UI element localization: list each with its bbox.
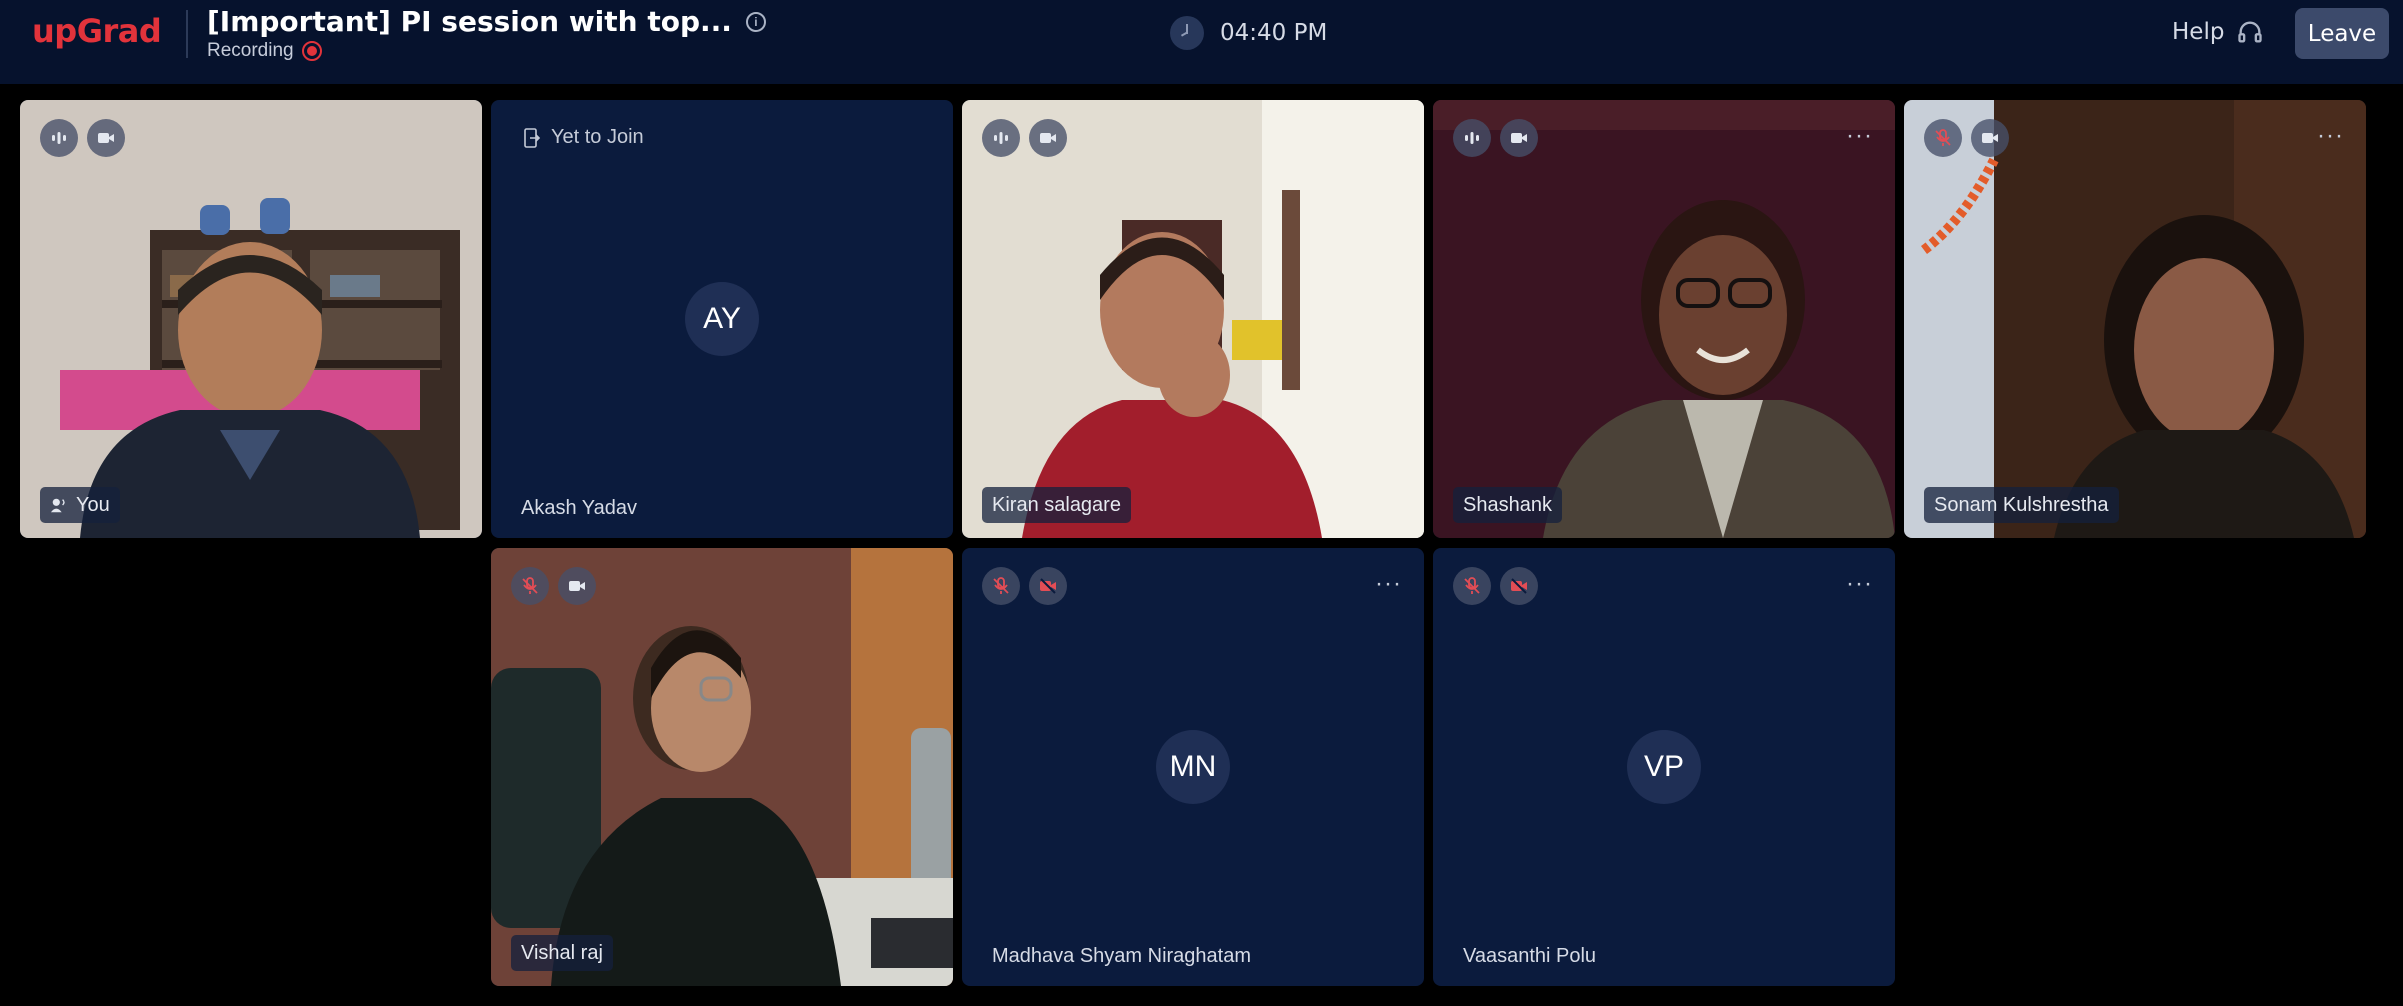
yet-to-join-label: Yet to Join — [551, 126, 644, 148]
mic-off-icon[interactable] — [1453, 567, 1491, 605]
participant-name: Kiran salagare — [982, 487, 1131, 523]
info-icon[interactable]: i — [745, 11, 766, 32]
tile-controls — [1924, 119, 2009, 157]
more-options-icon[interactable]: ··· — [2317, 124, 2344, 148]
yet-to-join-status: Yet to Join — [523, 126, 644, 149]
participant-name: You — [40, 487, 120, 523]
participant-tile-sonam-kulshrestha[interactable]: ··· Sonam Kulshrestha — [1904, 100, 2366, 538]
camera-icon[interactable] — [1971, 119, 2009, 157]
tile-controls — [982, 119, 1067, 157]
headset-icon — [2238, 21, 2263, 43]
participant-tile-vaasanthi-polu[interactable]: ··· VP Vaasanthi Polu — [1433, 548, 1895, 986]
clock-time: 04:40 PM — [1220, 20, 1328, 46]
participant-name: Vaasanthi Polu — [1463, 945, 1597, 967]
help-label: Help — [2172, 19, 2225, 45]
meeting-clock: 04:40 PM — [1170, 16, 1327, 50]
participant-tile-madhava-shyam-niraghatam[interactable]: ··· MN Madhava Shyam Niraghatam — [962, 548, 1424, 986]
avatar: VP — [1627, 730, 1701, 804]
avatar: AY — [685, 282, 759, 356]
video-feed — [491, 548, 953, 986]
participant-name: Madhava Shyam Niraghatam — [992, 945, 1252, 967]
recording-icon — [301, 41, 322, 61]
camera-icon[interactable] — [1500, 119, 1538, 157]
camera-icon[interactable] — [1029, 119, 1067, 157]
recording-label: Recording — [207, 40, 294, 61]
speaking-icon — [50, 498, 65, 513]
avatar: MN — [1156, 730, 1230, 804]
video-feed — [1433, 100, 1895, 538]
participant-name: Shashank — [1453, 487, 1562, 523]
video-feed — [20, 100, 482, 538]
meeting-title: [Important] PI session with top... — [207, 5, 732, 38]
help-button[interactable]: Help — [2172, 18, 2264, 46]
participant-tile-akash-yadav[interactable]: Yet to Join AY Akash Yadav — [491, 100, 953, 538]
participant-tile-you[interactable]: You — [20, 100, 482, 538]
participant-name-label: You — [76, 493, 110, 516]
participant-name: Sonam Kulshrestha — [1924, 487, 2119, 523]
header-divider — [186, 10, 188, 58]
participant-name: Vishal raj — [511, 935, 613, 971]
camera-off-icon[interactable] — [1029, 567, 1067, 605]
tile-controls — [1453, 567, 1538, 605]
participant-name: Akash Yadav — [521, 497, 638, 519]
participant-tile-shashank[interactable]: ··· Shashank — [1433, 100, 1895, 538]
more-options-icon[interactable]: ··· — [1846, 124, 1873, 148]
leave-button[interactable]: Leave — [2295, 8, 2389, 59]
join-icon — [524, 127, 541, 148]
video-feed — [1904, 100, 2366, 538]
participant-tile-vishal-raj[interactable]: Vishal raj — [491, 548, 953, 986]
upgrad-logo: upGrad — [32, 12, 162, 50]
more-options-icon[interactable]: ··· — [1846, 572, 1873, 596]
mic-off-icon[interactable] — [511, 567, 549, 605]
tile-controls — [511, 567, 596, 605]
participant-tile-kiran-salagare[interactable]: Kiran salagare — [962, 100, 1424, 538]
top-bar: upGrad [Important] PI session with top..… — [0, 0, 2403, 84]
camera-off-icon[interactable] — [1500, 567, 1538, 605]
more-options-icon[interactable]: ··· — [1375, 572, 1402, 596]
mic-off-icon[interactable] — [982, 567, 1020, 605]
audio-level-icon[interactable] — [40, 119, 78, 157]
video-feed — [962, 100, 1424, 538]
clock-icon — [1170, 16, 1204, 50]
meeting-info: [Important] PI session with top... i Rec… — [207, 5, 766, 62]
tile-controls — [1453, 119, 1538, 157]
tile-controls — [982, 567, 1067, 605]
audio-level-icon[interactable] — [1453, 119, 1491, 157]
camera-icon[interactable] — [558, 567, 596, 605]
tile-controls — [40, 119, 125, 157]
mic-off-icon[interactable] — [1924, 119, 1962, 157]
audio-level-icon[interactable] — [982, 119, 1020, 157]
camera-icon[interactable] — [87, 119, 125, 157]
